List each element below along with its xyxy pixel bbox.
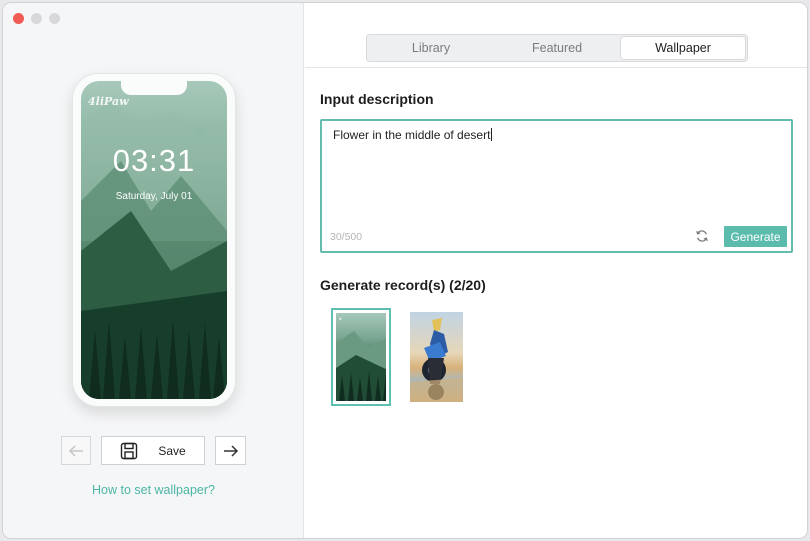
how-to-set-wallpaper-link[interactable]: How to set wallpaper? [3, 483, 304, 497]
window-controls [13, 13, 60, 24]
phone-notch [121, 81, 187, 95]
forest-mini-image [336, 331, 386, 401]
refresh-icon[interactable] [695, 229, 709, 243]
generate-button[interactable]: Generate [724, 226, 787, 247]
generate-records-title: Generate record(s) (2/20) [320, 277, 486, 293]
zoom-window-button[interactable] [49, 13, 60, 24]
text-caret [491, 128, 493, 141]
save-button[interactable]: Save [101, 436, 205, 465]
generator-pane: Library Featured Wallpaper Input descrip… [305, 3, 807, 538]
mountain-landscape-image [81, 101, 227, 399]
close-window-button[interactable] [13, 13, 24, 24]
arrow-left-icon [68, 444, 83, 457]
minimize-window-button[interactable] [31, 13, 42, 24]
save-disk-icon [121, 442, 138, 459]
character-count: 30/500 [330, 231, 363, 243]
previous-button[interactable] [61, 436, 91, 465]
motorcycle-rider-image [410, 318, 463, 402]
phone-preview: 4liPaw 03:31 Saturday, July 01 [72, 73, 236, 407]
tab-featured[interactable]: Featured [495, 37, 619, 59]
next-button[interactable] [215, 436, 246, 465]
input-description-title: Input description [320, 91, 434, 107]
tab-library[interactable]: Library [369, 37, 493, 59]
lockscreen-date: Saturday, July 01 [115, 191, 193, 202]
brand-logo: 4liPaw [88, 95, 129, 108]
description-text[interactable]: Flower in the middle of desert [333, 128, 493, 142]
lockscreen-time: 03:31 [112, 143, 196, 178]
preview-pane: 4liPaw 03:31 Saturday, July 01 Save How … [3, 3, 304, 538]
record-thumbnail[interactable] [410, 312, 463, 402]
arrow-right-icon [223, 444, 238, 457]
wallpaper-preview: 4liPaw 03:31 Saturday, July 01 [81, 81, 227, 399]
tab-wallpaper[interactable]: Wallpaper [621, 37, 745, 59]
app-window: 4liPaw 03:31 Saturday, July 01 Save How … [3, 3, 807, 538]
save-label: Save [158, 443, 186, 458]
tab-bar: Library Featured Wallpaper [366, 34, 748, 62]
forest-thumbnail-image: ♣ [336, 313, 386, 401]
record-thumbnail-selected[interactable]: ♣ [331, 308, 391, 406]
divider [305, 67, 807, 68]
description-input[interactable]: Flower in the middle of desert 30/500 Ge… [320, 119, 793, 253]
